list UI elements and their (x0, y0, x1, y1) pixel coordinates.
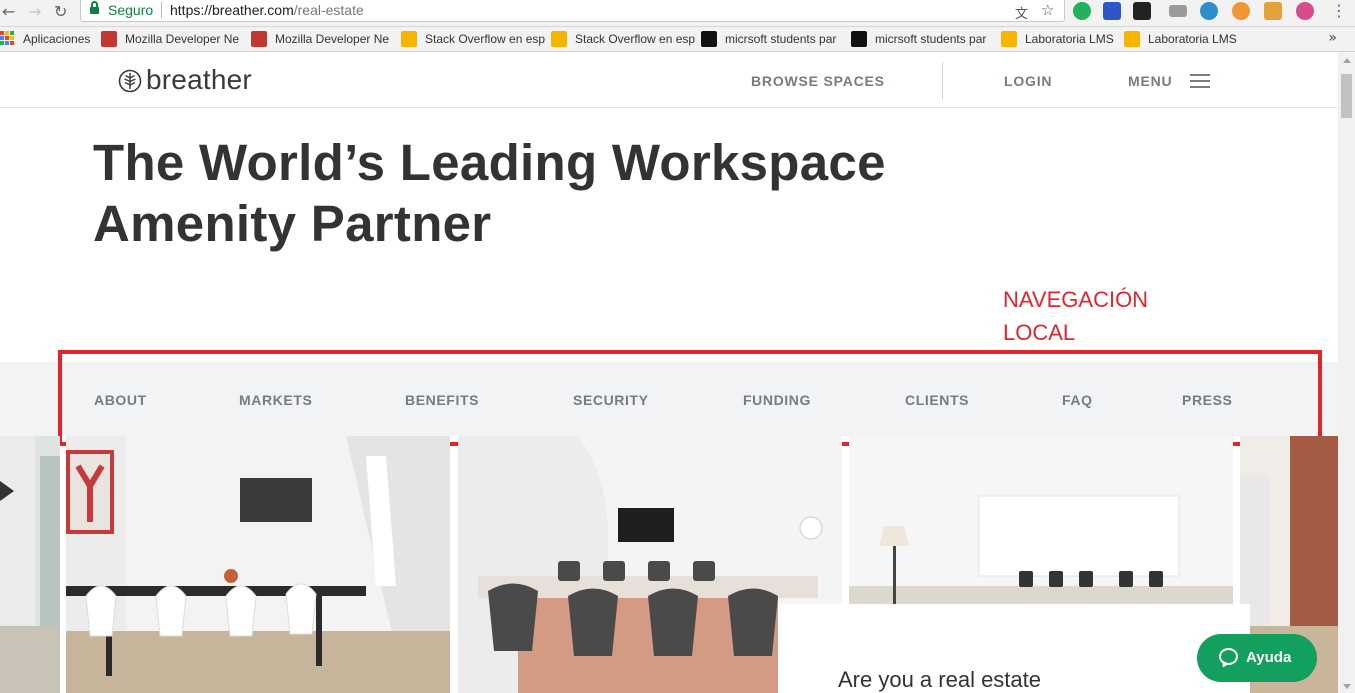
browser-toolbar: ← → ↻ Seguro https://breather.com/real-e… (0, 0, 1355, 27)
mdn-icon (101, 31, 117, 47)
scroll-up-icon[interactable] (1343, 58, 1351, 63)
breather-logo-icon[interactable] (118, 69, 142, 93)
back-icon[interactable]: ← (2, 2, 15, 21)
help-button[interactable]: Ayuda (1197, 634, 1317, 682)
url-text[interactable]: https://breather.com/real-estate (170, 2, 364, 18)
stackoverflow-icon (551, 31, 567, 47)
extension-spiral-icon[interactable] (1200, 2, 1218, 20)
extension-f2-icon[interactable] (1133, 2, 1151, 20)
bookmarks-bar: Aplicaciones Mozilla Developer Ne Mozill… (0, 27, 1355, 52)
apps-grid-icon (0, 31, 14, 45)
extension-fox-icon[interactable] (1232, 2, 1250, 20)
annotation-highlight-box (58, 350, 1322, 446)
browse-spaces-link[interactable]: BROWSE SPACES (751, 73, 885, 89)
medium-icon (701, 31, 717, 47)
lock-icon (90, 1, 99, 14)
extension-ud-icon[interactable] (1073, 2, 1091, 20)
workspace-photo (0, 436, 60, 693)
header-divider (942, 62, 943, 100)
chat-bubble-icon (1219, 648, 1238, 665)
hamburger-icon[interactable] (1190, 74, 1210, 88)
extension-color-icon[interactable] (1296, 2, 1314, 20)
translate-icon[interactable]: 文 (1015, 3, 1028, 22)
secure-label: Seguro (108, 2, 154, 18)
laboratoria-icon (1001, 31, 1017, 47)
mdn-icon (251, 31, 267, 47)
page-scrollbar[interactable] (1338, 52, 1355, 693)
help-label: Ayuda (1246, 649, 1292, 666)
page-viewport: breather BROWSE SPACES LOGIN MENU The Wo… (0, 52, 1338, 693)
menu-button[interactable]: MENU (1128, 73, 1172, 89)
workspace-photo (66, 436, 450, 693)
scroll-thumb[interactable] (1341, 74, 1352, 118)
hero-title: The World’s Leading Workspace Amenity Pa… (93, 134, 886, 252)
browser-menu-icon[interactable]: ⋮ (1331, 1, 1347, 20)
medium-icon (851, 31, 867, 47)
info-card: Are you a real estate (778, 604, 1250, 693)
more-bookmarks-icon[interactable]: » (1328, 30, 1337, 46)
site-header: breather BROWSE SPACES LOGIN MENU (0, 52, 1338, 108)
laboratoria-icon (1124, 31, 1140, 47)
login-link[interactable]: LOGIN (1004, 73, 1052, 89)
address-bar[interactable]: Seguro https://breather.com/real-estate … (80, 0, 1065, 22)
stackoverflow-icon (401, 31, 417, 47)
logo-text[interactable]: breather (146, 64, 252, 96)
extension-gray-icon[interactable] (1169, 5, 1187, 17)
extension-bookmark-icon[interactable] (1103, 2, 1121, 20)
forward-icon[interactable]: → (28, 2, 41, 21)
annotation-label: NAVEGACIÓN LOCAL (1003, 287, 1149, 345)
bookmark-star-icon[interactable]: ☆ (1041, 1, 1054, 19)
extension-tool-icon[interactable] (1264, 2, 1282, 20)
reload-icon[interactable]: ↻ (54, 2, 67, 21)
scroll-down-icon[interactable] (1343, 684, 1351, 689)
card-heading: Are you a real estate (838, 667, 1042, 692)
